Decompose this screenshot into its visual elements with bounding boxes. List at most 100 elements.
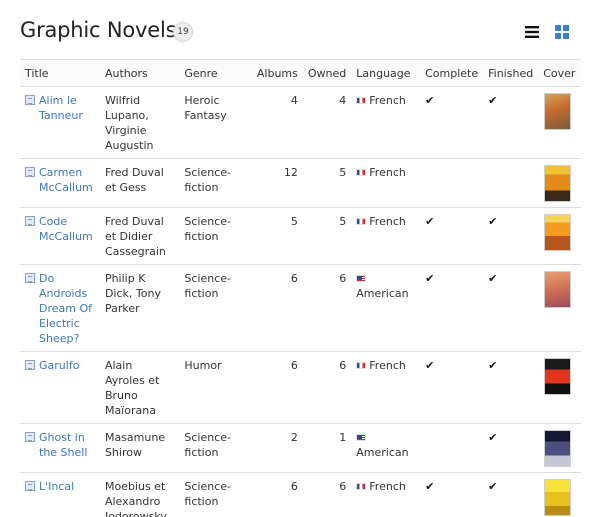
graphic-novels-table: Title Authors Genre Albums Owned Languag… xyxy=(20,59,581,517)
owned-cell: 4 xyxy=(302,86,352,159)
french-flag-icon xyxy=(356,362,367,369)
owned-cell: 6 xyxy=(302,264,352,352)
checkmark-icon: ✔ xyxy=(425,94,435,107)
owned-cell: 6 xyxy=(302,472,352,517)
albums-cell: 12 xyxy=(251,158,303,208)
albums-cell: 2 xyxy=(251,423,303,473)
list-view-icon[interactable] xyxy=(525,26,539,38)
checkmark-icon: ✔ xyxy=(425,215,435,228)
series-title: Code McCallum xyxy=(39,215,93,243)
series-title: Alim le Tanneur xyxy=(39,94,83,122)
language-label: French xyxy=(369,166,406,179)
column-header-authors[interactable]: Authors xyxy=(99,59,180,87)
cover-cell xyxy=(538,351,581,424)
authors-cell: Moebius et Alexandro Jodorowsky xyxy=(99,472,180,517)
title-cell: Garulfo xyxy=(20,351,100,424)
table-row[interactable]: L'Incal Moebius et Alexandro Jodorowsky Sc… xyxy=(20,472,581,517)
complete-cell xyxy=(420,423,484,473)
authors-cell: Philip K Dick, Tony Parker xyxy=(99,264,180,352)
page-header: Graphic Novels 19 xyxy=(20,14,580,50)
column-header-cover: Cover xyxy=(538,59,581,87)
column-header-title[interactable]: Title xyxy=(20,59,100,87)
book-icon xyxy=(25,273,35,283)
genre-cell: Science-fiction xyxy=(179,264,252,352)
column-header-language[interactable]: Language xyxy=(351,59,421,87)
table-row[interactable]: Ghost in the Shell Masamune Shirow Science… xyxy=(20,423,581,473)
column-header-complete[interactable]: Complete xyxy=(420,59,484,87)
language-label: French xyxy=(369,359,406,372)
cover-cell xyxy=(538,423,581,473)
language-cell: French xyxy=(351,351,421,424)
checkmark-icon: ✔ xyxy=(425,480,435,493)
table-row[interactable]: Code McCallum Fred Duval et Didier Casseg… xyxy=(20,207,581,265)
genre-cell: Science-fiction xyxy=(179,472,252,517)
table-row[interactable]: Do Androids Dream Of Electric Sheep? Phil… xyxy=(20,264,581,352)
genre-cell: Science-fiction xyxy=(179,423,252,473)
authors-cell: Fred Duval et Didier Cassegrain xyxy=(99,207,180,265)
cover-thumbnail[interactable] xyxy=(544,358,572,395)
checkmark-icon: ✔ xyxy=(488,94,498,107)
finished-cell: ✔ xyxy=(483,264,539,352)
column-header-finished[interactable]: Finished xyxy=(483,59,539,87)
checkmark-icon: ✔ xyxy=(425,272,435,285)
genre-cell: Science-fiction xyxy=(179,207,252,265)
cover-cell xyxy=(538,264,581,352)
finished-cell: ✔ xyxy=(483,86,539,159)
grid-view-icon[interactable] xyxy=(555,25,569,39)
series-title-link[interactable]: Do Androids Dream Of Electric Sheep? xyxy=(25,271,95,346)
series-title-link[interactable]: L'Incal xyxy=(25,479,95,494)
albums-cell: 4 xyxy=(251,86,303,159)
table-row[interactable]: Carmen McCallum Fred Duval et Gess Science… xyxy=(20,158,581,208)
authors-cell: Fred Duval et Gess xyxy=(99,158,180,208)
cover-cell xyxy=(538,472,581,517)
language-label: American xyxy=(356,287,409,300)
title-cell: Do Androids Dream Of Electric Sheep? xyxy=(20,264,100,352)
finished-cell: ✔ xyxy=(483,207,539,265)
checkmark-icon: ✔ xyxy=(425,359,435,372)
column-header-albums[interactable]: Albums xyxy=(251,59,303,87)
column-header-genre[interactable]: Genre xyxy=(179,59,252,87)
book-icon xyxy=(25,216,35,226)
series-title-link[interactable]: Garulfo xyxy=(25,358,95,373)
us-flag-icon xyxy=(356,275,367,282)
column-header-owned[interactable]: Owned xyxy=(302,59,352,87)
series-title: Garulfo xyxy=(39,359,80,372)
language-cell: French xyxy=(351,472,421,517)
cover-thumbnail[interactable] xyxy=(544,93,572,130)
cover-thumbnail[interactable] xyxy=(544,430,572,467)
french-flag-icon xyxy=(356,483,367,490)
series-title: Carmen McCallum xyxy=(39,166,93,194)
book-icon xyxy=(25,95,35,105)
book-icon xyxy=(25,481,35,491)
complete-cell: ✔ xyxy=(420,207,484,265)
genre-cell: Science-fiction xyxy=(179,158,252,208)
cover-thumbnail[interactable] xyxy=(544,479,572,516)
language-label: French xyxy=(369,480,406,493)
language-label: French xyxy=(369,215,406,228)
series-title-link[interactable]: Alim le Tanneur xyxy=(25,93,95,123)
complete-cell: ✔ xyxy=(420,351,484,424)
language-cell: American xyxy=(351,264,421,352)
cover-thumbnail[interactable] xyxy=(544,165,572,202)
series-title-link[interactable]: Code McCallum xyxy=(25,214,95,244)
title-cell: Ghost in the Shell xyxy=(20,423,100,473)
finished-cell: ✔ xyxy=(483,472,539,517)
albums-cell: 5 xyxy=(251,207,303,265)
us-flag-icon xyxy=(356,434,367,441)
series-title: Do Androids Dream Of Electric Sheep? xyxy=(39,272,93,345)
language-cell: American xyxy=(351,423,421,473)
table-row[interactable]: Alim le Tanneur Wilfrid Lupano, Virginie … xyxy=(20,86,581,159)
cover-thumbnail[interactable] xyxy=(544,214,572,251)
cover-thumbnail[interactable] xyxy=(544,271,572,308)
series-title-link[interactable]: Ghost in the Shell xyxy=(25,430,95,460)
owned-cell: 5 xyxy=(302,207,352,265)
title-cell: Carmen McCallum xyxy=(20,158,100,208)
genre-cell: Heroic Fantasy xyxy=(179,86,252,159)
cover-cell xyxy=(538,86,581,159)
table-row[interactable]: Garulfo Alain Ayroles et Bruno Maïorana Hu… xyxy=(20,351,581,424)
finished-cell: ✔ xyxy=(483,423,539,473)
page-title: Graphic Novels xyxy=(20,18,177,42)
albums-cell: 6 xyxy=(251,472,303,517)
series-title-link[interactable]: Carmen McCallum xyxy=(25,165,95,195)
title-cell: Code McCallum xyxy=(20,207,100,265)
